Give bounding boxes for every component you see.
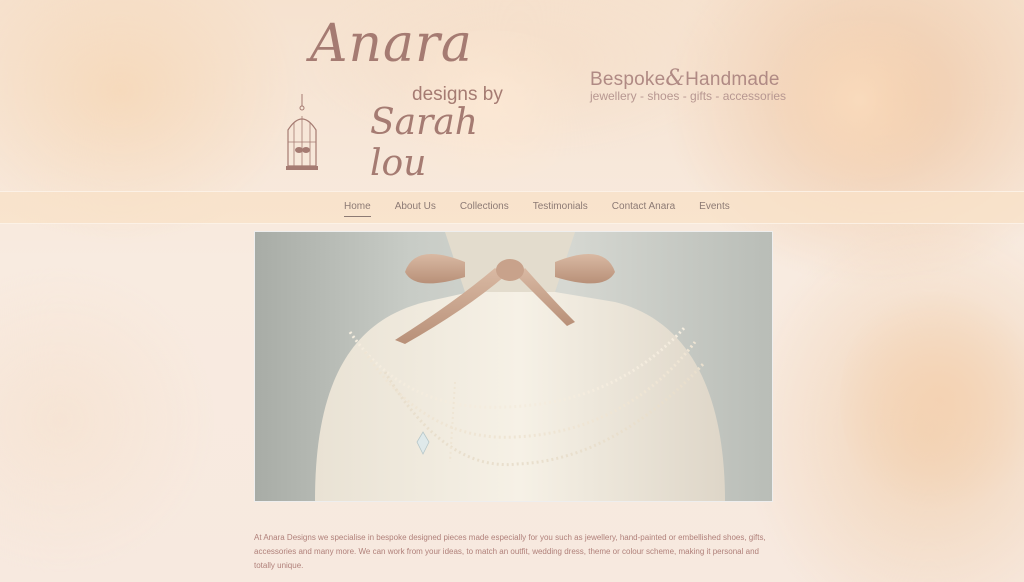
birdcage-icon: [286, 94, 318, 170]
tagline-ampersand: &: [665, 66, 686, 91]
nav-item-about-us[interactable]: About Us: [395, 201, 436, 217]
tagline: Bespoke&Handmade jewellery - shoes - gif…: [590, 66, 786, 103]
tagline-bespoke: Bespoke: [590, 69, 666, 90]
necklace-mannequin-image: [315, 232, 725, 501]
site-logo[interactable]: Anara designs by Sarah lou: [262, 14, 542, 184]
tagline-handmade: Handmade: [685, 69, 780, 90]
nav-item-collections[interactable]: Collections: [460, 201, 509, 217]
nav-item-contact-anara[interactable]: Contact Anara: [612, 201, 675, 217]
nav-list: Home About Us Collections Testimonials C…: [344, 201, 754, 217]
floral-background: [840, 280, 1024, 520]
logo-anara-text: Anara: [310, 14, 473, 74]
nav-item-events[interactable]: Events: [699, 201, 730, 217]
intro-paragraph: At Anara Designs we specialise in bespok…: [254, 533, 766, 570]
logo-sarah-lou-text: Sarah lou: [370, 102, 478, 184]
tagline-categories: jewellery - shoes - gifts - accessories: [590, 89, 787, 103]
site-header: Anara designs by Sarah lou Bespoke&Handm…: [0, 0, 1024, 190]
hero-image: [254, 231, 773, 502]
main-nav: Home About Us Collections Testimonials C…: [0, 191, 1024, 224]
nav-item-testimonials[interactable]: Testimonials: [533, 201, 588, 217]
nav-item-home[interactable]: Home: [344, 201, 371, 217]
